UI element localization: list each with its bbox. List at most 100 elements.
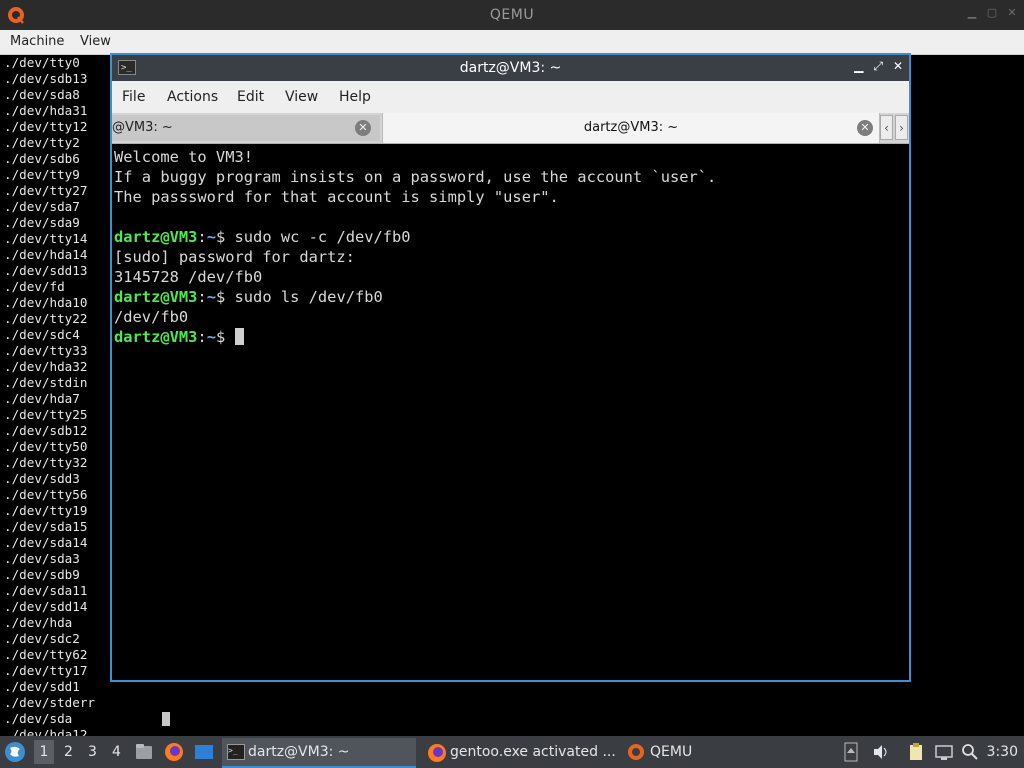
- prompt-line: dartz@VM3:~$ sudo ls /dev/fb0: [114, 287, 909, 307]
- maximize-icon[interactable]: ⤢: [873, 59, 883, 74]
- console-line: ./dev/sdb13: [4, 71, 88, 86]
- firefox-icon: [428, 744, 446, 762]
- desktop-icon[interactable]: [194, 743, 214, 761]
- prompt-line: dartz@VM3:~$ sudo wc -c /dev/fb0: [114, 227, 909, 247]
- close-icon[interactable]: ✕: [893, 59, 903, 74]
- console-line: ./dev/sda14: [4, 535, 88, 550]
- terminal-window[interactable]: >_ dartz@VM3: ~ ▁ ⤢ ✕ File Actions Edit …: [110, 53, 911, 682]
- console-line: ./dev/tty12: [4, 119, 88, 134]
- menu-help[interactable]: Help: [339, 89, 371, 105]
- menu-edit[interactable]: Edit: [237, 89, 264, 105]
- prompt-separator: :: [197, 288, 207, 306]
- console-line: ./dev/sdd13: [4, 263, 88, 278]
- output-line: /dev/fb0: [114, 308, 189, 326]
- terminal-tabbar: @VM3: ~ ✕ dartz@VM3: ~ ✕ ‹ ›: [112, 113, 909, 144]
- output-line: The passsword for that account is simply…: [114, 188, 559, 206]
- console-line: ./dev/tty25: [4, 407, 88, 422]
- workspace-3[interactable]: 3: [88, 744, 97, 760]
- console-line: ./dev/sdd3: [4, 471, 80, 486]
- console-listing: ./dev/tty0 ./dev/sdb13 ./dev/sda8 ./dev/hda…: [4, 55, 95, 743]
- prompt-path: ~: [206, 228, 216, 246]
- menu-actions[interactable]: Actions: [167, 89, 218, 105]
- tab-inactive[interactable]: @VM3: ~ ✕: [112, 115, 380, 141]
- prompt-end: $: [215, 288, 235, 306]
- console-line: ./dev/sdb9: [4, 567, 80, 582]
- prompt-user: dartz@VM3: [114, 328, 198, 346]
- menu-view[interactable]: View: [285, 89, 318, 105]
- console-line: ./dev/sda8: [4, 87, 80, 102]
- console-line: ./dev/tty17: [4, 663, 88, 678]
- menu-file[interactable]: File: [122, 89, 145, 105]
- prompt-end: $: [215, 328, 235, 346]
- console-line: ./dev/tty50: [4, 439, 88, 454]
- clipboard-icon[interactable]: [906, 742, 926, 762]
- taskbar: 1 2 3 4 >_ dartz@VM3: ~ gentoo.exe activ…: [0, 736, 1024, 768]
- prompt-path: ~: [206, 328, 216, 346]
- console-line: ./dev/sda7: [4, 199, 80, 214]
- console-line: ./dev/hda7: [4, 391, 80, 406]
- app-menu-icon[interactable]: [4, 741, 26, 763]
- output-line: 3145728 /dev/fb0: [114, 268, 263, 286]
- qemu-window-controls: ▁ ▢ ✕: [966, 6, 1018, 19]
- search-icon[interactable]: [960, 742, 980, 762]
- prompt-end: $: [215, 228, 235, 246]
- prompt-user: dartz@VM3: [114, 228, 198, 246]
- clock[interactable]: 3:30: [987, 744, 1018, 760]
- terminal-icon: >_: [227, 744, 245, 760]
- console-line: ./dev/tty56: [4, 487, 88, 502]
- file-manager-icon[interactable]: [134, 742, 154, 762]
- console-line: ./dev/sda11: [4, 583, 88, 598]
- tab-close-icon[interactable]: ✕: [857, 120, 873, 136]
- volume-icon[interactable]: [872, 743, 890, 761]
- console-cursor: [162, 712, 170, 726]
- console-line: ./dev/sdd14: [4, 599, 88, 614]
- console-line: ./dev/sda15: [4, 519, 88, 534]
- console-line: ./dev/tty14: [4, 231, 88, 246]
- console-line: ./dev/tty9: [4, 167, 80, 182]
- tab-active[interactable]: dartz@VM3: ~ ✕: [382, 113, 880, 143]
- console-line: ./dev/tty19: [4, 503, 88, 518]
- console-line: ./dev/sdb6: [4, 151, 80, 166]
- terminal-titlebar[interactable]: >_ dartz@VM3: ~ ▁ ⤢ ✕: [112, 55, 909, 81]
- prompt-line: dartz@VM3:~$: [114, 327, 909, 347]
- eject-icon[interactable]: [844, 742, 858, 762]
- minimize-icon[interactable]: ▁: [966, 6, 978, 19]
- console-line: ./dev/stdin: [4, 375, 88, 390]
- console-line: ./dev/fd: [4, 279, 65, 294]
- network-icon[interactable]: [934, 743, 954, 761]
- minimize-icon[interactable]: ▁: [854, 59, 863, 74]
- tab-label: dartz@VM3: ~: [583, 120, 679, 135]
- console-line: ./dev/sdb12: [4, 423, 88, 438]
- task-qemu[interactable]: QEMU: [622, 738, 722, 766]
- prompt-path: ~: [206, 288, 216, 306]
- terminal-menubar: File Actions Edit View Help: [112, 81, 909, 113]
- terminal-title: dartz@VM3: ~: [459, 60, 562, 76]
- console-line: ./dev/hda32: [4, 359, 88, 374]
- menu-view[interactable]: View: [80, 34, 111, 49]
- qemu-window-title: QEMU: [489, 7, 535, 23]
- tab-scroll-left-icon[interactable]: ‹: [880, 115, 893, 140]
- console-line: ./dev/hda31: [4, 103, 88, 118]
- task-label: dartz@VM3: ~: [248, 744, 350, 760]
- console-line: ./dev/tty62: [4, 647, 88, 662]
- workspace-1[interactable]: 1: [34, 740, 54, 764]
- workspace-4[interactable]: 4: [112, 744, 121, 760]
- console-line: ./dev/tty22: [4, 311, 88, 326]
- terminal-output[interactable]: Welcome to VM3! If a buggy program insist…: [114, 147, 909, 680]
- console-line: ./dev/tty32: [4, 455, 88, 470]
- close-icon[interactable]: ✕: [1006, 6, 1018, 19]
- console-line: ./dev/sda3: [4, 551, 80, 566]
- console-line: ./dev/sdc2: [4, 631, 80, 646]
- tab-scroll-right-icon[interactable]: ›: [895, 115, 908, 140]
- menu-machine[interactable]: Machine: [10, 34, 64, 49]
- task-firefox[interactable]: gentoo.exe activated ...: [422, 738, 618, 766]
- tab-close-icon[interactable]: ✕: [355, 120, 371, 136]
- output-line: Welcome to VM3!: [114, 148, 253, 166]
- qemu-menubar: Machine View: [0, 30, 1024, 55]
- command-text: sudo wc -c /dev/fb0: [234, 228, 411, 246]
- firefox-icon[interactable]: [164, 742, 184, 762]
- task-terminal[interactable]: >_ dartz@VM3: ~: [222, 738, 416, 768]
- maximize-icon[interactable]: ▢: [986, 6, 998, 19]
- workspace-2[interactable]: 2: [64, 744, 73, 760]
